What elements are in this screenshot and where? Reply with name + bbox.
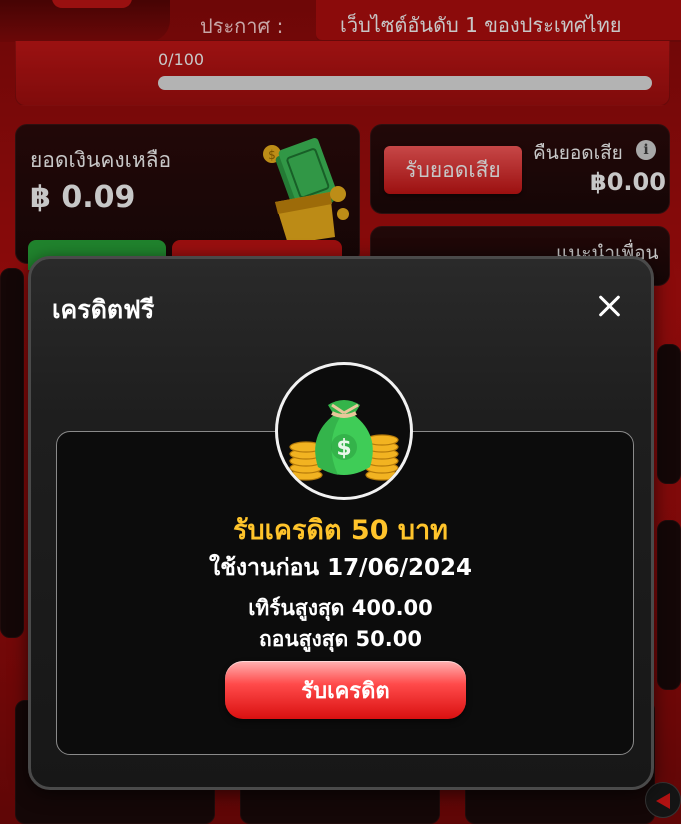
modal-title: เครดิตฟรี [52,295,155,324]
max-withdraw: ถอนสูงสุด 50.00 [259,627,422,651]
max-turnover: เทิร์นสูงสุด 400.00 [248,596,433,620]
close-icon[interactable] [594,290,626,322]
svg-text:$: $ [336,436,351,461]
money-bag-icon: $ [289,400,399,481]
claim-credit-button[interactable]: รับเครดิต [225,661,466,719]
money-bag-badge: $ [275,362,413,500]
use-before-date: ใช้งานก่อน 17/06/2024 [208,555,472,581]
credit-amount-title: รับเครดิต 50 บาท [233,515,448,546]
